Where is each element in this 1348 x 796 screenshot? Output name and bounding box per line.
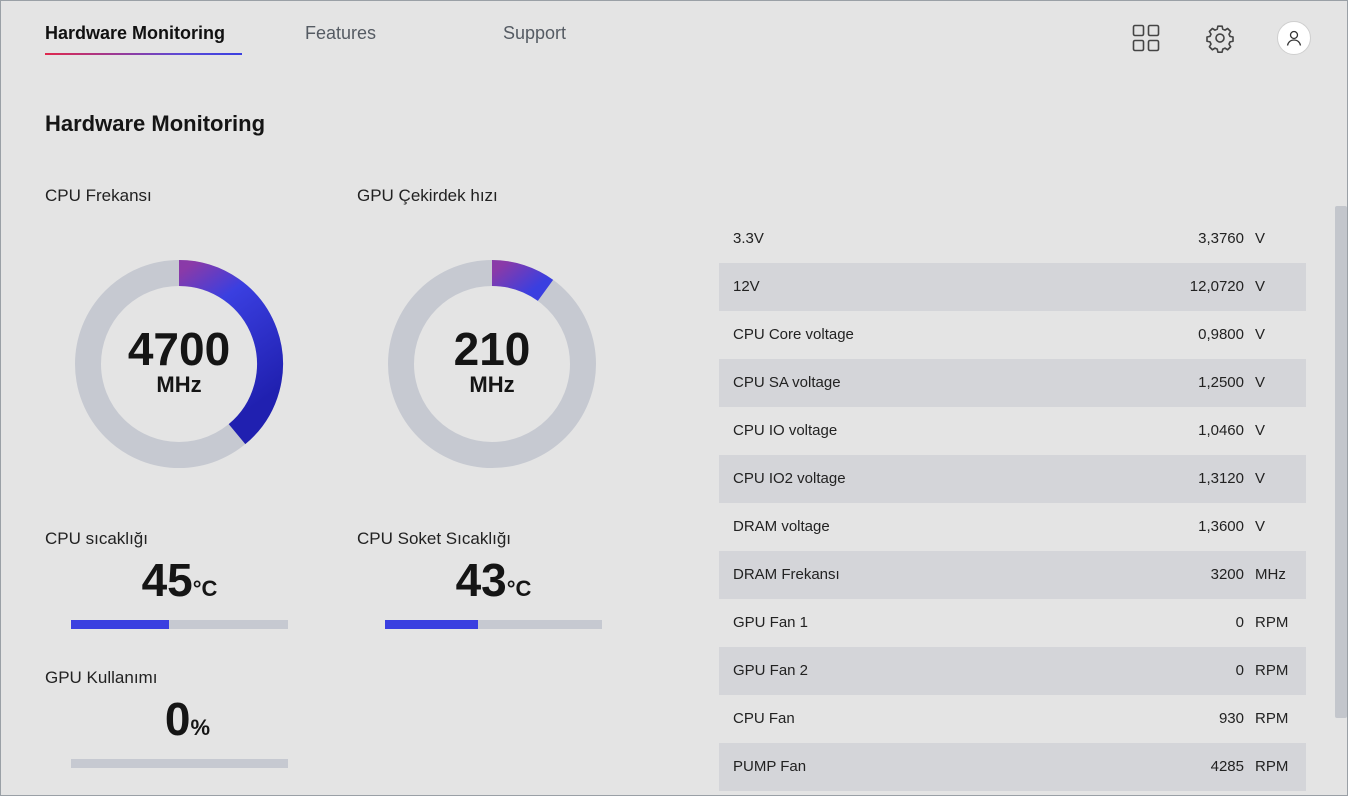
gear-icon[interactable] [1201,19,1239,57]
sensor-value: 930 [1218,710,1244,727]
sensor-value: 0 [1235,662,1244,679]
sensor-unit: RPM [1255,614,1289,631]
user-avatar-button[interactable] [1277,21,1311,55]
table-row: 12V 12,0720 V [719,263,1306,311]
table-row: CPU IO2 voltage 1,3120 V [719,455,1306,503]
cpu-temp-bar [71,620,288,629]
sensor-unit: V [1255,326,1266,343]
sensor-value: 3200 [1210,566,1244,583]
sensor-name: DRAM voltage [733,518,830,535]
cpu-temp-bar-fill [71,620,169,629]
sensor-name: CPU Core voltage [733,326,854,343]
sensor-value: 1,0460 [1198,422,1244,439]
gpu-core-gauge: 210 MHz [387,259,597,469]
socket-temp-unit: °C [506,576,532,601]
sensor-value: 12,0720 [1189,278,1244,295]
table-row: CPU Fan 930 RPM [719,695,1306,743]
gpu-usage-label: GPU Kullanımı [45,668,158,687]
table-row: DRAM voltage 1,3600 V [719,503,1306,551]
sensor-value: 4285 [1210,758,1244,775]
gpu-core-label: GPU Çekirdek hızı [357,186,498,205]
socket-temp-bar-fill [385,620,479,629]
gpu-usage-value: 0 [164,693,191,745]
sensor-name: CPU IO2 voltage [733,470,846,487]
sensor-value: 1,2500 [1198,374,1244,391]
sensor-unit: V [1255,374,1266,391]
sensor-unit: V [1255,470,1266,487]
sensor-unit: RPM [1255,758,1289,775]
sensor-name: DRAM Frekansı [733,566,840,583]
gpu-usage-unit: % [190,715,211,740]
cpu-temp-readout: 45°C [71,553,288,607]
socket-temp-readout: 43°C [385,553,602,607]
gpu-usage-bar [71,759,288,768]
tab-features[interactable]: Features [305,23,376,44]
gpu-core-unit: MHz [469,372,515,397]
table-row: CPU Core voltage 0,9800 V [719,311,1306,359]
sensor-name: 12V [733,278,760,295]
sensor-unit: V [1255,422,1266,439]
top-nav: Hardware Monitoring Features Support [1,1,1347,71]
table-row: GPU Fan 1 0 RPM [719,599,1306,647]
sensor-name: 3.3V [733,230,764,247]
sensor-name: CPU IO voltage [733,422,838,439]
sensor-name: PUMP Fan [733,758,807,775]
sensor-value: 0,9800 [1198,326,1244,343]
user-icon [1286,30,1302,46]
table-row: CPU SA voltage 1,2500 V [719,359,1306,407]
table-row: 3.3V 3,3760 V [719,215,1306,263]
grid-icon[interactable] [1127,19,1165,57]
table-row: PUMP Fan 4285 RPM [719,743,1306,791]
table-row: CPU IO voltage 1,0460 V [719,407,1306,455]
sensor-name: CPU Fan [733,710,795,727]
active-tab-indicator [45,53,242,55]
gauge-fill-arc [491,260,554,302]
sensor-table-scrollbar[interactable] [1335,206,1347,718]
tab-hardware-monitoring[interactable]: Hardware Monitoring [45,23,225,44]
table-row: DRAM Frekansı 3200 MHz [719,551,1306,599]
sensor-name: GPU Fan 1 [733,614,809,631]
sensor-unit: V [1255,230,1266,247]
tab-support[interactable]: Support [503,23,566,44]
gpu-core-value: 210 [453,323,531,375]
sensor-name: CPU SA voltage [733,374,841,391]
socket-temp-bar [385,620,602,629]
socket-temp-label: CPU Soket Sıcaklığı [357,529,512,548]
sensor-table: 3.3V 3,3760 V 12V 12,0720 V CPU Core voltage… [719,215,1306,791]
cpu-frequency-label: CPU Frekansı [45,186,152,205]
sensor-unit: MHz [1255,566,1286,583]
sensor-name: GPU Fan 2 [733,662,809,679]
cpu-frequency-unit: MHz [156,372,202,397]
cpu-temp-value: 45 [141,554,193,606]
cpu-temp-unit: °C [192,576,218,601]
table-row: GPU Fan 2 0 RPM [719,647,1306,695]
sensor-value: 0 [1235,614,1244,631]
cpu-frequency-gauge: 4700 MHz [74,259,284,469]
sensor-unit: V [1255,278,1266,295]
sensor-unit: RPM [1255,662,1289,679]
sensor-unit: V [1255,518,1266,535]
sensor-value: 3,3760 [1198,230,1244,247]
socket-temp-value: 43 [455,554,507,606]
gpu-usage-readout: 0% [79,692,296,746]
sensor-value: 1,3600 [1198,518,1244,535]
cpu-temp-label: CPU sıcaklığı [45,529,148,548]
cpu-frequency-value: 4700 [127,323,231,375]
sensor-unit: RPM [1255,710,1289,727]
sensor-value: 1,3120 [1198,470,1244,487]
page-title: Hardware Monitoring [45,111,266,136]
